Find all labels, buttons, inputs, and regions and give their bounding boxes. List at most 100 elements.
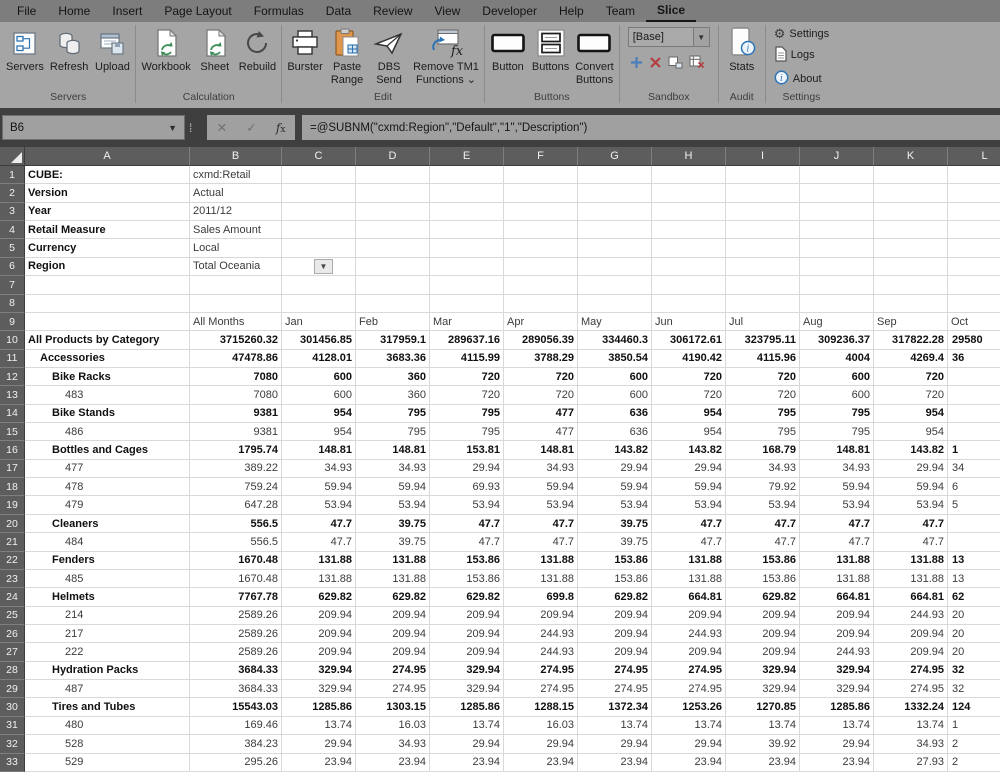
cell-L13[interactable] <box>948 386 1000 405</box>
cell-A17[interactable]: 477 <box>25 459 190 479</box>
cell-B31[interactable]: 169.46 <box>190 716 282 736</box>
cell-E24[interactable]: 629.82 <box>430 588 504 607</box>
row-header-19[interactable]: 19 <box>0 496 25 515</box>
tab-page-layout[interactable]: Page Layout <box>153 0 242 22</box>
cell-B6[interactable]: Total Oceania <box>190 257 282 277</box>
cell-F29[interactable]: 274.95 <box>504 680 578 699</box>
row-header-28[interactable]: 28 <box>0 661 25 681</box>
cell-L4[interactable] <box>948 221 1000 240</box>
cell-I12[interactable]: 720 <box>726 367 800 387</box>
cell-H10[interactable]: 306172.61 <box>652 331 726 350</box>
col-header-F[interactable]: F <box>504 147 578 166</box>
cell-B17[interactable]: 389.22 <box>190 459 282 479</box>
cell-F22[interactable]: 131.88 <box>504 551 578 570</box>
cell-C16[interactable]: 148.81 <box>282 441 356 460</box>
cell-K7[interactable] <box>874 276 948 295</box>
burster-button[interactable]: Burster <box>284 24 326 75</box>
cell-D9[interactable]: Feb <box>356 312 430 332</box>
cell-K31[interactable]: 13.74 <box>874 716 948 736</box>
cell-F9[interactable]: Apr <box>504 312 578 332</box>
cell-F10[interactable]: 289056.39 <box>504 331 578 350</box>
cell-G24[interactable]: 629.82 <box>578 588 652 607</box>
cell-G15[interactable]: 636 <box>578 423 652 442</box>
cell-C17[interactable]: 34.93 <box>282 459 356 479</box>
cell-L22[interactable]: 13 <box>948 551 1000 570</box>
add-sandbox-button[interactable] <box>630 56 643 74</box>
row-header-30[interactable]: 30 <box>0 698 25 717</box>
cell-B28[interactable]: 3684.33 <box>190 661 282 681</box>
cell-A33[interactable]: 529 <box>25 753 190 772</box>
cell-H5[interactable] <box>652 239 726 258</box>
cell-I16[interactable]: 168.79 <box>726 441 800 460</box>
cell-A6[interactable]: Region <box>25 257 190 277</box>
cell-L20[interactable] <box>948 514 1000 534</box>
cell-H9[interactable]: Jun <box>652 312 726 332</box>
cell-B7[interactable] <box>190 276 282 295</box>
cell-G19[interactable]: 53.94 <box>578 496 652 515</box>
cell-K30[interactable]: 1332.24 <box>874 698 948 717</box>
cell-I20[interactable]: 47.7 <box>726 514 800 534</box>
cell-L10[interactable]: 29580 <box>948 331 1000 350</box>
cell-C14[interactable]: 954 <box>282 404 356 424</box>
cell-K6[interactable] <box>874 257 948 277</box>
cell-B19[interactable]: 647.28 <box>190 496 282 515</box>
rebuild-button[interactable]: Rebuild <box>236 24 279 75</box>
cell-E10[interactable]: 289637.16 <box>430 331 504 350</box>
cell-B13[interactable]: 7080 <box>190 386 282 405</box>
cell-E9[interactable]: Mar <box>430 312 504 332</box>
cell-J25[interactable]: 209.94 <box>800 606 874 625</box>
cell-E14[interactable]: 795 <box>430 404 504 424</box>
cell-A10[interactable]: All Products by Category <box>25 331 190 350</box>
cell-D7[interactable] <box>356 276 430 295</box>
cell-C9[interactable]: Jan <box>282 312 356 332</box>
cell-I2[interactable] <box>726 184 800 203</box>
region-dropdown-button[interactable]: ▼ <box>314 259 333 274</box>
cell-E18[interactable]: 69.93 <box>430 478 504 497</box>
cell-C10[interactable]: 301456.85 <box>282 331 356 350</box>
cell-A7[interactable] <box>25 276 190 295</box>
cell-A9[interactable] <box>25 312 190 332</box>
cell-F23[interactable]: 131.88 <box>504 569 578 589</box>
row-header-5[interactable]: 5 <box>0 239 25 258</box>
cell-J12[interactable]: 600 <box>800 367 874 387</box>
cell-J23[interactable]: 131.88 <box>800 569 874 589</box>
dbs-send-button[interactable]: DBS Send <box>368 24 410 87</box>
cell-G3[interactable] <box>578 202 652 222</box>
cell-G23[interactable]: 153.86 <box>578 569 652 589</box>
cell-F8[interactable] <box>504 294 578 313</box>
cell-I8[interactable] <box>726 294 800 313</box>
tab-review[interactable]: Review <box>362 0 423 22</box>
cell-I14[interactable]: 795 <box>726 404 800 424</box>
row-header-22[interactable]: 22 <box>0 551 25 570</box>
cell-H7[interactable] <box>652 276 726 295</box>
cell-L24[interactable]: 62 <box>948 588 1000 607</box>
cell-G22[interactable]: 153.86 <box>578 551 652 570</box>
cell-E27[interactable]: 209.94 <box>430 643 504 662</box>
cell-E15[interactable]: 795 <box>430 423 504 442</box>
cell-E13[interactable]: 720 <box>430 386 504 405</box>
cell-D27[interactable]: 209.94 <box>356 643 430 662</box>
cell-B26[interactable]: 2589.26 <box>190 624 282 644</box>
cell-K33[interactable]: 27.93 <box>874 753 948 772</box>
cell-E25[interactable]: 209.94 <box>430 606 504 625</box>
cell-K19[interactable]: 53.94 <box>874 496 948 515</box>
cell-H8[interactable] <box>652 294 726 313</box>
cell-L31[interactable]: 1 <box>948 716 1000 736</box>
cell-J2[interactable] <box>800 184 874 203</box>
tab-help[interactable]: Help <box>548 0 595 22</box>
cell-G31[interactable]: 13.74 <box>578 716 652 736</box>
cell-G11[interactable]: 3850.54 <box>578 349 652 368</box>
cell-C1[interactable] <box>282 166 356 185</box>
tab-insert[interactable]: Insert <box>101 0 153 22</box>
cell-I6[interactable] <box>726 257 800 277</box>
convert-buttons-button[interactable]: Convert Buttons <box>572 24 617 87</box>
cell-D33[interactable]: 23.94 <box>356 753 430 772</box>
cell-I32[interactable]: 39.92 <box>726 735 800 754</box>
cell-F32[interactable]: 29.94 <box>504 735 578 754</box>
cell-A31[interactable]: 480 <box>25 716 190 736</box>
cell-E21[interactable]: 47.7 <box>430 533 504 552</box>
cell-B23[interactable]: 1670.48 <box>190 569 282 589</box>
cell-C26[interactable]: 209.94 <box>282 624 356 644</box>
cell-E23[interactable]: 153.86 <box>430 569 504 589</box>
cell-H23[interactable]: 131.88 <box>652 569 726 589</box>
